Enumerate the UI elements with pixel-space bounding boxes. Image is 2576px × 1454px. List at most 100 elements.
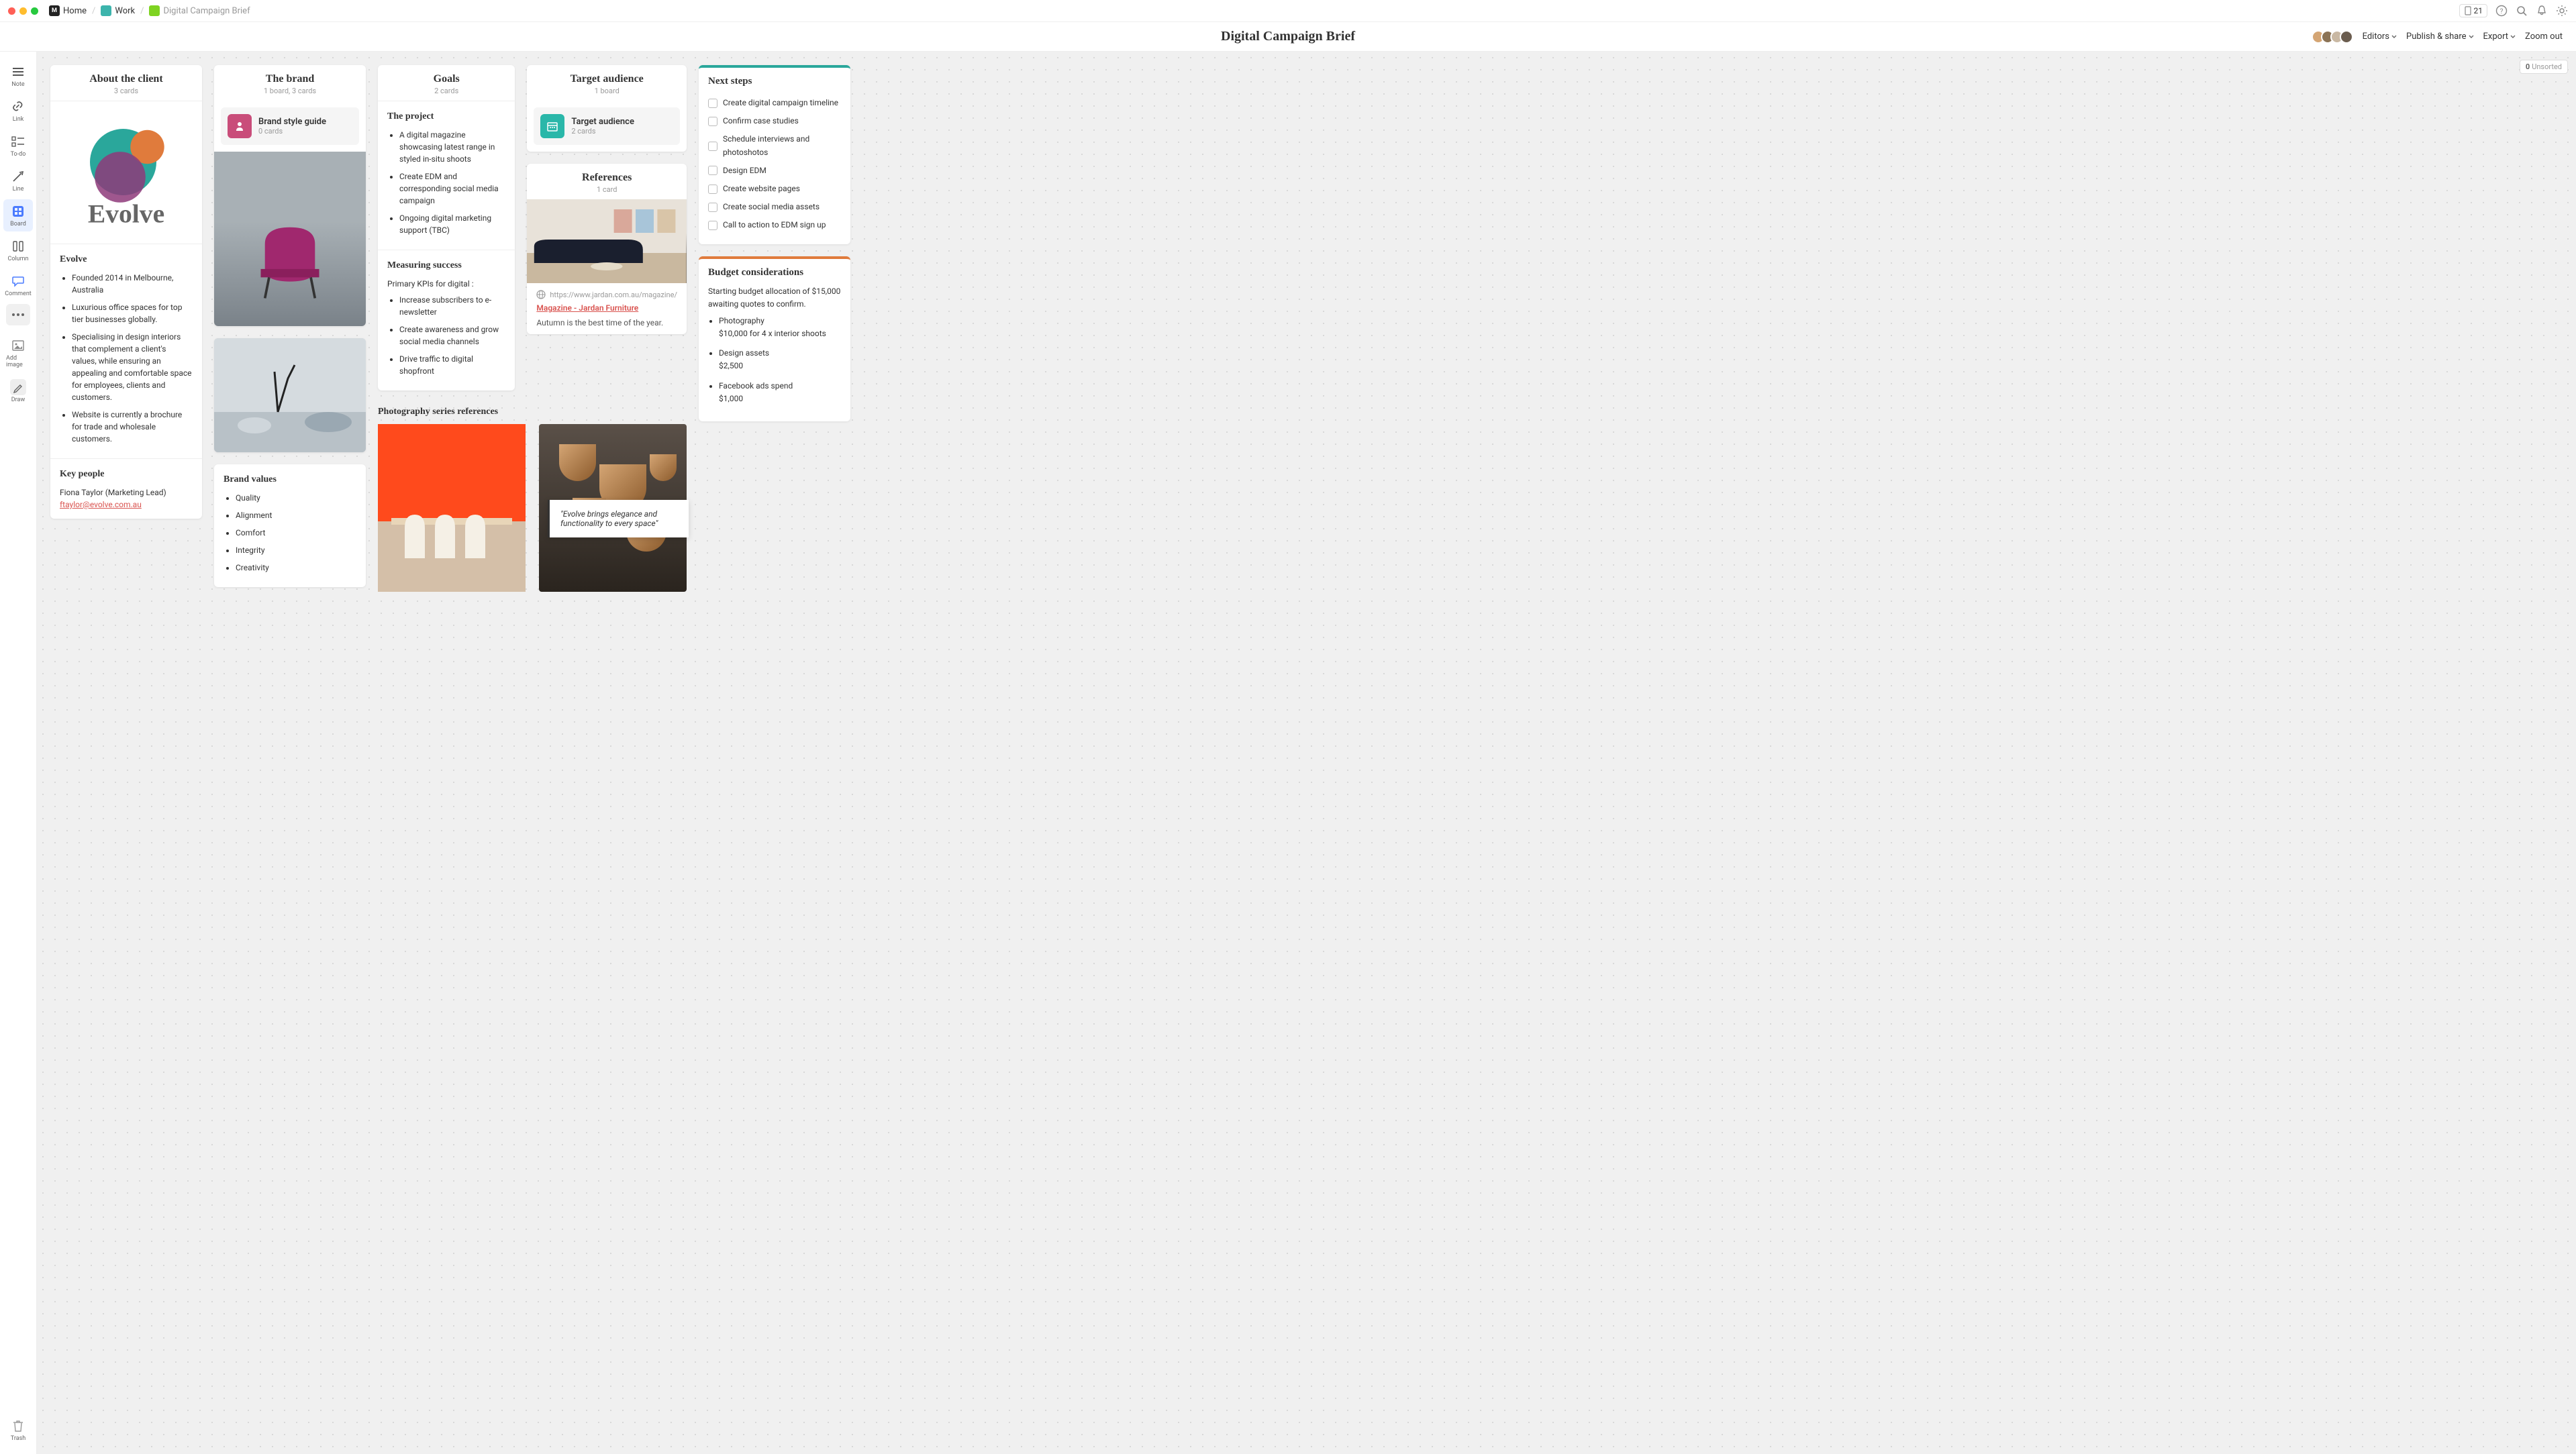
checklist-label: Schedule interviews and photoshotos [723, 133, 841, 158]
breadcrumb-page-label: Digital Campaign Brief [163, 6, 250, 16]
breadcrumb-separator: / [140, 6, 144, 16]
column-goals-target: Goals 2 cards The project A digital maga… [378, 65, 687, 592]
breadcrumb-home-label: Home [63, 6, 87, 16]
device-icon [2464, 6, 2472, 15]
tool-note[interactable]: Note [3, 60, 33, 92]
tool-draw[interactable]: Draw [3, 375, 33, 407]
editors-dropdown[interactable]: Editors [2363, 32, 2397, 42]
chrome-actions: 21 ? [2459, 4, 2569, 17]
card-subtitle: 1 board, 3 cards [221, 87, 359, 95]
person-card-icon [228, 114, 252, 138]
contact-name: Fiona Taylor (Marketing Lead) [60, 486, 193, 499]
list-item: Luxurious office spaces for top tier bus… [72, 301, 193, 325]
contact-email-link[interactable]: ftaylor@evolve.com.au [60, 500, 142, 509]
window-chrome: M Home / Work / Digital Campaign Brief 2… [0, 0, 2576, 22]
list-item: Website is currently a brochure for trad… [72, 409, 193, 445]
card-next-steps[interactable]: Next steps Create digital campaign timel… [699, 65, 850, 244]
column-about-client: About the client 3 cards Evolve [50, 65, 202, 519]
card-title: Budget considerations [699, 259, 850, 282]
chevron-down-icon [2510, 34, 2516, 40]
search-icon[interactable] [2516, 5, 2528, 17]
tool-label: Draw [11, 397, 25, 403]
bell-icon[interactable] [2536, 5, 2548, 17]
checklist-item[interactable]: Confirm case studies [708, 112, 841, 130]
zoom-out-button[interactable]: Zoom out [2525, 32, 2563, 42]
tool-add-image[interactable]: Add image [3, 333, 33, 372]
checkbox[interactable] [708, 99, 717, 108]
trash-icon [10, 1418, 26, 1434]
checklist-item[interactable]: Create website pages [708, 180, 841, 198]
close-window-icon[interactable] [8, 7, 15, 15]
budget-item-detail: $2,500 [719, 361, 743, 370]
card-budget[interactable]: Budget considerations Starting budget al… [699, 256, 850, 422]
client-logo: Evolve [50, 101, 202, 244]
checkbox[interactable] [708, 117, 717, 126]
budget-item-detail: $10,000 for 4 x interior shoots [719, 329, 826, 338]
budget-item: Facebook ads spend$1,000 [719, 380, 841, 405]
board-tile-target-audience[interactable]: Target audience 2 cards [534, 107, 680, 145]
card-brand-values[interactable]: Brand values Quality Alignment Comfort I… [214, 464, 366, 587]
checkbox[interactable] [708, 221, 717, 230]
tool-label: Add image [6, 355, 30, 368]
image-icon [10, 337, 26, 354]
reference-link[interactable]: Magazine - Jardan Furniture [536, 303, 638, 313]
device-preview-button[interactable]: 21 [2459, 4, 2488, 17]
draw-icon [10, 379, 26, 395]
maximize-window-icon[interactable] [31, 7, 38, 15]
board-canvas[interactable]: 0Unsorted About the client 3 cards [37, 52, 2576, 1454]
unsorted-chip[interactable]: 0Unsorted [2520, 60, 2568, 74]
tool-line[interactable]: Line [3, 164, 33, 197]
editors-label: Editors [2363, 32, 2389, 42]
list-item: Founded 2014 in Melbourne, Australia [72, 272, 193, 296]
publish-dropdown[interactable]: Publish & share [2406, 32, 2474, 42]
unsorted-count: 0 [2526, 62, 2530, 71]
checkbox[interactable] [708, 166, 717, 175]
card-references[interactable]: References 1 card [527, 164, 687, 334]
help-icon[interactable]: ? [2495, 5, 2508, 17]
export-dropdown[interactable]: Export [2483, 32, 2516, 42]
card-about-client[interactable]: About the client 3 cards Evolve [50, 65, 202, 519]
minimize-window-icon[interactable] [19, 7, 27, 15]
card-goals[interactable]: Goals 2 cards The project A digital maga… [378, 65, 515, 391]
card-target-audience[interactable]: Target audience 1 board Target audience … [527, 65, 687, 152]
tool-more[interactable] [6, 304, 30, 325]
checklist-item[interactable]: Create digital campaign timeline [708, 94, 841, 112]
comment-icon [10, 273, 26, 289]
checklist-item[interactable]: Call to action to EDM sign up [708, 216, 841, 234]
checkbox[interactable] [708, 142, 717, 151]
client-details: Evolve Founded 2014 in Melbourne, Austra… [50, 244, 202, 458]
checklist-item[interactable]: Create social media assets [708, 198, 841, 216]
tool-trash[interactable]: Trash [3, 1414, 33, 1446]
gear-icon[interactable] [2556, 5, 2568, 17]
board-tile-title: Brand style guide [258, 117, 326, 127]
list-item: Comfort [236, 527, 356, 539]
tool-link[interactable]: Link [3, 95, 33, 127]
checkbox[interactable] [708, 203, 717, 212]
client-name-heading: Evolve [60, 252, 193, 266]
unsorted-label: Unsorted [2532, 62, 2562, 71]
tool-column[interactable]: Column [3, 234, 33, 266]
checklist-item[interactable]: Design EDM [708, 162, 841, 180]
card-subtitle: 2 cards [385, 87, 508, 95]
breadcrumb-work-label: Work [115, 6, 135, 16]
checklist-label: Create website pages [723, 183, 800, 195]
breadcrumb-page[interactable]: Digital Campaign Brief [149, 5, 250, 16]
tool-todo[interactable]: To-do [3, 129, 33, 162]
tool-label: Trash [11, 1435, 26, 1442]
reference-url: https://www.jardan.com.au/magazine/ [550, 291, 677, 299]
collaborator-avatars[interactable] [2316, 30, 2353, 44]
tool-comment[interactable]: Comment [3, 269, 33, 301]
breadcrumb-work[interactable]: Work [101, 5, 135, 16]
card-title: References [534, 172, 680, 184]
card-brand[interactable]: The brand 1 board, 3 cards Brand style g… [214, 65, 366, 326]
todo-icon [10, 134, 26, 150]
board-tile-style-guide[interactable]: Brand style guide 0 cards [221, 107, 359, 145]
link-icon [10, 99, 26, 115]
tool-board[interactable]: Board [3, 199, 33, 231]
checkbox[interactable] [708, 185, 717, 194]
breadcrumb-home[interactable]: M Home [49, 5, 87, 16]
budget-item-label: Photography [719, 316, 764, 325]
checklist-label: Create social media assets [723, 201, 820, 213]
page-icon [149, 5, 160, 16]
checklist-item[interactable]: Schedule interviews and photoshotos [708, 130, 841, 161]
